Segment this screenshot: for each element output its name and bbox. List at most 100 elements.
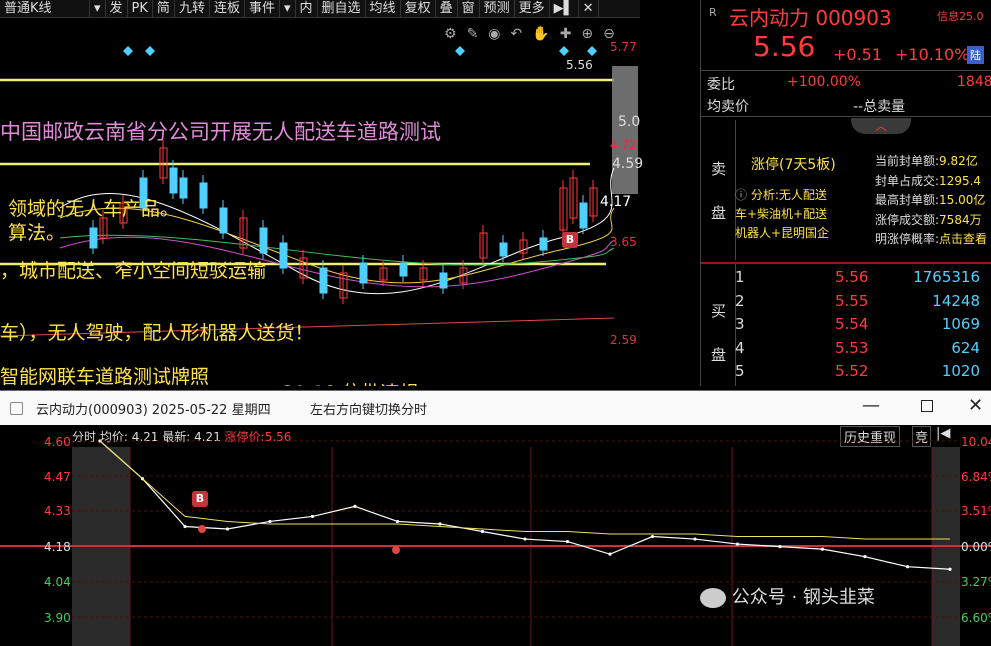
candle-body xyxy=(219,207,228,234)
buy-mark: B xyxy=(562,232,578,248)
toolbar-item[interactable]: ▶▌ xyxy=(550,0,579,18)
window-icon xyxy=(10,402,23,415)
bid-volume: 1765316 xyxy=(913,268,980,286)
candle-body xyxy=(279,242,288,269)
bid-price: 5.56 xyxy=(835,268,869,286)
series-line xyxy=(99,440,950,540)
bid-price: 5.53 xyxy=(835,338,869,357)
overlay-price-2: 4.59 xyxy=(612,156,644,172)
order-book-row[interactable]: 1 5.56 1765316 xyxy=(735,266,991,290)
overlay-text-4: 车），无人驾驶，配人形机器人送货！ xyxy=(0,322,314,344)
stat-value: 1295.4 xyxy=(939,173,982,188)
marker-dot xyxy=(198,525,206,533)
cross-icon[interactable]: ✚ xyxy=(560,26,572,42)
zoom-in-icon[interactable]: ⊕ xyxy=(581,26,593,42)
right-axis-label: 6.60% xyxy=(961,611,991,625)
right-axis-label: 3.27% xyxy=(961,575,991,589)
candle-body xyxy=(199,182,208,209)
buy-rows: 1 5.56 1765316 2 5.55 14248 3 5.54 1069 4 5.53 624 5… xyxy=(735,266,991,384)
data-point xyxy=(820,547,825,551)
bid-price: 5.55 xyxy=(835,291,869,310)
stat-label: 涨停成交额: xyxy=(875,212,940,227)
toolbar-item[interactable]: ✕ xyxy=(579,0,599,18)
order-book-row[interactable]: 3 5.54 1069 xyxy=(735,313,991,337)
order-book-row[interactable]: 4 5.53 624 xyxy=(735,337,991,361)
kline-chart[interactable]: 5.77 4.72 3.65 2.59 5.56 5.0 4.59 4.17 B… xyxy=(0,18,644,388)
eye-icon[interactable]: ◉ xyxy=(488,26,500,42)
data-point xyxy=(225,527,230,531)
sell-label-2: 盘 xyxy=(711,204,727,222)
toolbar-item[interactable]: 预测 xyxy=(480,0,515,18)
watermark-text: 公众号 · 钢头韭菜 xyxy=(731,587,875,608)
popup-title: 云内动力(000903) 2025-05-22 星期四 xyxy=(36,403,271,418)
last-price: 5.56 xyxy=(753,30,816,63)
toolbar-item[interactable]: 简 xyxy=(153,0,175,18)
level: 3 xyxy=(735,315,745,333)
overlay-text-1: 领域的无人车产品。 xyxy=(8,198,180,220)
pen-icon[interactable]: ✎ xyxy=(467,26,479,42)
weibi-right: 1848 xyxy=(957,74,991,90)
overlay-price-1: 5.0 xyxy=(618,114,641,130)
data-point xyxy=(778,545,782,549)
signal-diamond xyxy=(455,46,465,56)
toolbar-item[interactable]: ▾ xyxy=(90,0,106,18)
toolbar-item[interactable]: 复权 xyxy=(401,0,436,18)
right-axis-label: 0.00% xyxy=(961,540,991,554)
toolbar-item[interactable]: 事件 xyxy=(245,0,280,18)
divider xyxy=(701,262,991,264)
price-change-pct: +10.10% xyxy=(895,45,970,64)
signal-diamond xyxy=(559,46,569,56)
hand-icon[interactable]: ✋ xyxy=(532,26,549,42)
buy-label-2: 盘 xyxy=(711,346,727,364)
bid-volume: 624 xyxy=(951,338,980,357)
order-book-row[interactable]: 5 5.52 1020 xyxy=(735,360,991,384)
y-label-3: 3.65 xyxy=(610,235,637,249)
level: 2 xyxy=(735,291,745,310)
toolbar-item[interactable]: 窗 xyxy=(458,0,480,18)
close-icon[interactable]: ✕ xyxy=(968,395,983,416)
intraday-chart[interactable]: 分时 均价: 4.21 最新: 4.21 涨停价:5.56 历史重现 竞 |◀ … xyxy=(0,425,991,646)
price-tag: 5.56 xyxy=(566,58,593,72)
maximize-icon[interactable] xyxy=(921,400,933,412)
right-axis-label: 10.04 xyxy=(961,435,991,449)
toolbar-item[interactable]: 九转 xyxy=(175,0,210,18)
data-point xyxy=(608,552,612,556)
stat-value-link[interactable]: 点击查看 xyxy=(939,232,987,246)
toolbar-item[interactable]: 删自选 xyxy=(318,0,366,18)
settings-icon[interactable]: ⚙ xyxy=(444,26,457,42)
toolbar-item[interactable]: 连板 xyxy=(210,0,245,18)
toolbar-item[interactable]: 均线 xyxy=(366,0,401,18)
y-label-top: 5.77 xyxy=(610,40,637,54)
toolbar-item[interactable]: 发 xyxy=(106,0,128,18)
data-point xyxy=(905,565,910,569)
analysis-line-1: 分析:无人配送 xyxy=(750,188,827,202)
level: 5 xyxy=(735,362,745,380)
data-point xyxy=(438,522,442,526)
candle-body xyxy=(319,267,328,294)
bid-volume: 1020 xyxy=(941,362,980,380)
bid-volume: 1069 xyxy=(941,315,980,333)
overlay-text-3: ，城市配送、窄小空间短驳运输 xyxy=(0,260,267,282)
overlay-price-3: 4.17 xyxy=(600,194,632,210)
data-point xyxy=(310,514,315,519)
undo-icon[interactable]: ↶ xyxy=(511,26,523,42)
toolbar-item[interactable]: 更多 xyxy=(515,0,550,18)
minimize-icon[interactable]: — xyxy=(862,395,880,416)
toolbar-item[interactable]: PK xyxy=(128,0,153,18)
toolbar-item[interactable]: 叠 xyxy=(436,0,458,18)
collapse-caret-icon[interactable]: ︿ xyxy=(851,118,911,134)
stat-label: 明涨停概率: xyxy=(875,232,940,246)
candle-body xyxy=(179,177,188,199)
toolbar-item[interactable]: 普通K线 xyxy=(0,0,90,18)
data-point xyxy=(395,519,400,524)
order-book-row[interactable]: 2 5.55 14248 xyxy=(735,290,991,314)
buy-mark: B xyxy=(192,491,208,507)
r-tag: R xyxy=(709,6,717,19)
junmaijia-label: 均卖价 xyxy=(707,99,749,115)
data-point xyxy=(183,524,187,529)
toolbar-item[interactable]: ▾ xyxy=(280,0,296,18)
toolbar-item[interactable]: 内 xyxy=(296,0,318,18)
popup-hint: 左右方向键切换分时 xyxy=(310,403,428,418)
zoom-out-icon[interactable]: ⊖ xyxy=(603,26,615,42)
highlight-bar xyxy=(612,66,638,194)
